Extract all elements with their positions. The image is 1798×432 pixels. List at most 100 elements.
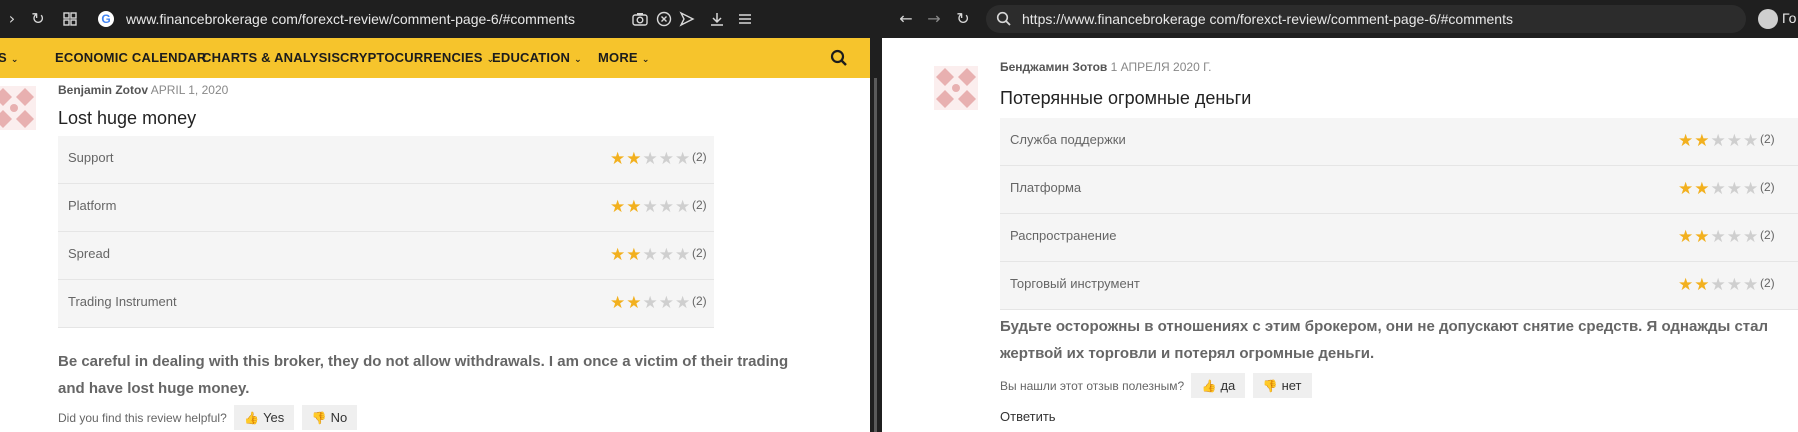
rating-label: Служба поддержки: [1010, 132, 1126, 147]
window-divider[interactable]: [870, 0, 882, 432]
thumbs-up-icon: 👍: [244, 411, 260, 425]
star-rating: ★★★★★: [610, 149, 692, 169]
rating-label: Support: [68, 150, 114, 165]
rating-count: (2): [692, 246, 707, 260]
helpful-question: Did you find this review helpful?: [58, 410, 227, 425]
chevron-right-icon[interactable]: ›: [2, 9, 22, 29]
google-g-icon: G: [96, 9, 116, 29]
profile-label[interactable]: Го: [1782, 10, 1796, 26]
vote-yes-label: да: [1220, 378, 1236, 393]
vote-no-button[interactable]: 👎 нет: [1252, 373, 1312, 398]
nav-item-charts-analysis[interactable]: CHARTS & ANALYSIS: [202, 50, 340, 65]
avatar: [0, 86, 36, 130]
review-body-line: жертвой их торговли и потерял огромные д…: [1000, 345, 1375, 362]
review-title: Lost huge money: [58, 108, 197, 128]
review-author: Бенджамин Зотов: [1000, 60, 1108, 74]
helpful-prompt: Вы нашли этот отзыв полезным? 👍 да 👎 нет: [1000, 373, 1312, 398]
vote-yes-button[interactable]: 👍 да: [1191, 373, 1246, 398]
rating-row: Spread ★★★★★ (2): [58, 232, 714, 280]
rating-count: (2): [1760, 228, 1775, 242]
vote-yes-button[interactable]: 👍 Yes: [234, 405, 295, 430]
reload-icon[interactable]: ↻: [953, 9, 973, 29]
send-icon[interactable]: [677, 9, 697, 29]
review-body-line: Будьте осторожны в отношениях с этим бро…: [1000, 318, 1769, 335]
chevron-down-icon: ⌄: [10, 55, 19, 65]
star-rating: ★★★★★: [610, 293, 692, 313]
helpful-prompt: Did you find this review helpful? 👍 Yes 👎…: [58, 405, 358, 430]
chevron-down-icon: ⌄: [641, 55, 650, 65]
shield-block-icon[interactable]: [654, 9, 674, 29]
avatar: [934, 66, 978, 110]
address-bar-url[interactable]: https://www.financebrokerage com/forexct…: [1022, 9, 1513, 29]
left-toolbar: › ↻ G www.financebrokerage com/forexct-r…: [0, 0, 870, 38]
search-icon[interactable]: [830, 49, 848, 67]
thumbs-up-icon: 👍: [1201, 379, 1217, 393]
left-browser-window: › ↻ G www.financebrokerage com/forexct-r…: [0, 0, 870, 432]
review-meta: Benjamin Zotov APRIL 1, 2020: [58, 83, 228, 97]
review-meta: Бенджамин Зотов 1 АПРЕЛЯ 2020 Г.: [1000, 60, 1211, 74]
review-body: Be careful in dealing with this broker, …: [58, 348, 858, 402]
nav-item-education[interactable]: EDUCATION ⌄: [492, 50, 582, 65]
vote-yes-label: Yes: [263, 410, 285, 425]
rating-count: (2): [692, 294, 707, 308]
review-body-line: and have lost huge money.: [58, 380, 250, 397]
reload-icon[interactable]: ↻: [28, 9, 48, 29]
ratings-table: Support ★★★★★ (2) Platform ★★★★★ (2) Spr…: [58, 136, 714, 328]
star-rating: ★★★★★: [1678, 227, 1760, 247]
rating-row: Platform ★★★★★ (2): [58, 184, 714, 232]
back-arrow-icon[interactable]: ←: [896, 9, 916, 29]
review-author: Benjamin Zotov: [58, 83, 149, 97]
rating-count: (2): [1760, 180, 1775, 194]
vote-no-label: нет: [1281, 378, 1302, 393]
rating-row: Распространение ★★★★★ (2): [1000, 214, 1798, 262]
star-rating: ★★★★★: [1678, 275, 1760, 295]
review-title: Потерянные огромные деньги: [1000, 88, 1252, 108]
tabs-grid-icon[interactable]: [60, 9, 80, 29]
rating-label: Торговый инструмент: [1010, 276, 1140, 291]
camera-icon[interactable]: [630, 9, 650, 29]
profile-icon[interactable]: [1758, 9, 1778, 29]
rating-count: (2): [692, 198, 707, 212]
forward-arrow-icon[interactable]: →: [924, 9, 944, 29]
chevron-down-icon: ⌄: [574, 55, 582, 65]
search-icon: [994, 9, 1014, 29]
reply-link[interactable]: Ответить: [1000, 409, 1056, 424]
nav-item-partial[interactable]: S ⌄: [0, 50, 19, 65]
rating-row: Служба поддержки ★★★★★ (2): [1000, 118, 1798, 166]
right-browser-window: ← → ↻ https://www.financebrokerage com/f…: [882, 0, 1798, 432]
nav-item-economic-calendar[interactable]: ECONOMIC CALENDAR: [55, 50, 206, 65]
rating-label: Платформа: [1010, 180, 1082, 195]
svg-text:G: G: [101, 12, 110, 26]
address-bar-url[interactable]: www.financebrokerage com/forexct-review/…: [126, 9, 575, 29]
rating-label: Trading Instrument: [68, 294, 177, 309]
rating-row: Торговый инструмент ★★★★★ (2): [1000, 262, 1798, 310]
rating-count: (2): [1760, 276, 1775, 290]
site-navigation: S ⌄ ECONOMIC CALENDAR CHARTS & ANALYSIS C…: [0, 38, 870, 78]
star-rating: ★★★★★: [610, 245, 692, 265]
star-rating: ★★★★★: [1678, 131, 1760, 151]
star-rating: ★★★★★: [1678, 179, 1760, 199]
nav-item-more[interactable]: MORE ⌄: [598, 50, 650, 65]
rating-label: Spread: [68, 246, 110, 261]
rating-count: (2): [1760, 132, 1775, 146]
ratings-table: Служба поддержки ★★★★★ (2) Платформа ★★★…: [1000, 118, 1798, 310]
rating-label: Platform: [68, 198, 117, 213]
thumbs-down-icon: 👎: [1262, 379, 1278, 393]
vote-no-button[interactable]: 👎 No: [301, 405, 358, 430]
nav-item-cryptocurrencies[interactable]: CRYPTOCURRENCIES ⌄: [340, 50, 494, 65]
review-date: 1 АПРЕЛЯ 2020 Г.: [1110, 60, 1212, 74]
download-icon[interactable]: [707, 9, 727, 29]
rating-row: Support ★★★★★ (2): [58, 136, 714, 184]
rating-row: Платформа ★★★★★ (2): [1000, 166, 1798, 214]
review-body-line: Be careful in dealing with this broker, …: [58, 353, 789, 370]
star-rating: ★★★★★: [610, 197, 692, 217]
vote-no-label: No: [330, 410, 348, 425]
rating-label: Распространение: [1010, 228, 1117, 243]
menu-icon[interactable]: [735, 9, 755, 29]
thumbs-down-icon: 👎: [311, 411, 327, 425]
divider-accent: [874, 78, 877, 432]
helpful-question: Вы нашли этот отзыв полезным?: [1000, 378, 1185, 393]
rating-count: (2): [692, 150, 707, 164]
right-toolbar: ← → ↻ https://www.financebrokerage com/f…: [882, 0, 1798, 38]
review-body: Будьте осторожны в отношениях с этим бро…: [1000, 313, 1790, 367]
